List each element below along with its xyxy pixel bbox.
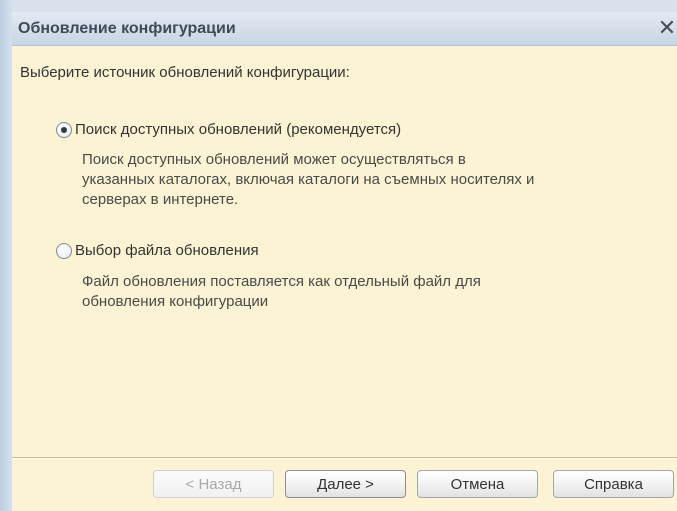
close-icon[interactable]: ✕ — [655, 15, 677, 41]
outer-top-edge — [0, 0, 677, 12]
option-search-updates-label[interactable]: Поиск доступных обновлений (рекомендуетс… — [75, 121, 401, 138]
next-button[interactable]: Далее > — [285, 470, 406, 498]
radio-selected-dot — [61, 126, 67, 133]
option-choose-file[interactable]: Выбор файла обновления — [56, 242, 259, 259]
description-line: серверах в интернете. — [82, 191, 239, 208]
radio-choose-file[interactable] — [56, 242, 72, 259]
description-line: обновления конфигурации — [82, 293, 269, 310]
update-configuration-dialog: Обновление конфигурации ✕ Выберите источ… — [12, 12, 677, 511]
option-choose-file-label[interactable]: Выбор файла обновления — [75, 242, 259, 259]
source-prompt: Выберите источник обновлений конфигураци… — [20, 64, 350, 81]
help-button[interactable]: Справка — [553, 470, 674, 498]
dialog-title-bar[interactable]: Обновление конфигурации ✕ — [12, 12, 677, 46]
option-search-updates-description: Поиск доступных обновлений может осущест… — [82, 150, 534, 210]
outer-left-edge — [0, 0, 12, 511]
description-line: Файл обновления поставляется как отдельн… — [82, 273, 481, 290]
option-choose-file-description: Файл обновления поставляется как отдельн… — [82, 272, 481, 312]
radio-search-updates[interactable] — [56, 121, 72, 138]
dialog-title: Обновление конфигурации — [18, 20, 236, 37]
option-search-updates[interactable]: Поиск доступных обновлений (рекомендуетс… — [56, 121, 401, 138]
button-area-divider — [12, 457, 677, 459]
description-line: Поиск доступных обновлений может осущест… — [82, 151, 466, 168]
window-frame: Обновление конфигурации ✕ Выберите источ… — [0, 0, 677, 511]
cancel-button[interactable]: Отмена — [417, 470, 538, 498]
back-button[interactable]: < Назад — [153, 470, 274, 498]
description-line: указанных каталогах, включая каталоги на… — [82, 171, 535, 188]
